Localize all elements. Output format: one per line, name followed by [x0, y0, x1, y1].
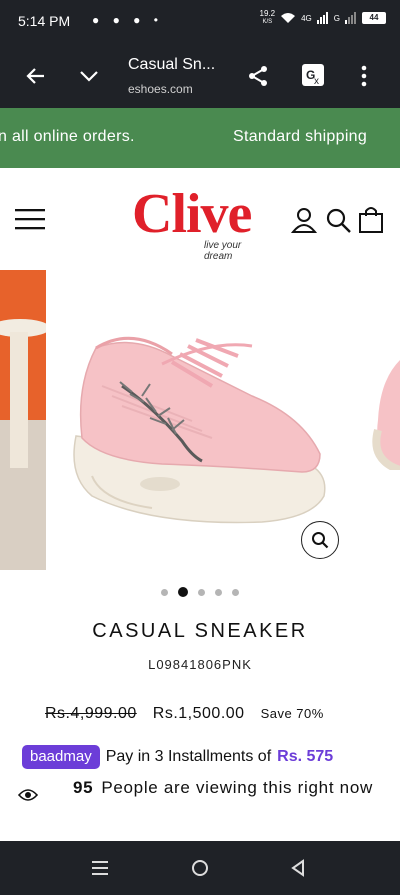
carousel-dot[interactable]	[198, 588, 205, 596]
viewers-text: People are viewing this right now	[101, 778, 373, 797]
zoom-button[interactable]	[301, 521, 339, 559]
announcement-text-left: n all online orders.	[0, 128, 135, 145]
pink-sneaker-image[interactable]	[62, 326, 330, 526]
more-vertical-icon[interactable]	[354, 64, 374, 88]
tab-title[interactable]: Casual Sn...	[128, 56, 215, 74]
site-header: Clive live your dream	[0, 168, 400, 270]
search-icon[interactable]	[324, 206, 352, 234]
eye-icon	[18, 789, 38, 801]
svg-text:x: x	[314, 76, 319, 87]
back-arrow-icon[interactable]	[24, 64, 48, 88]
network-label-1: 4G	[301, 13, 312, 23]
installment-text: Pay in 3 Installments of	[105, 748, 272, 765]
carousel-dot[interactable]	[161, 588, 168, 596]
price-row: Rs.4,999.00 Rs.1,500.00 Save 70%	[45, 705, 324, 727]
product-sku: L09841806PNK	[148, 657, 252, 672]
zoom-search-icon	[312, 532, 329, 549]
share-icon[interactable]	[246, 64, 270, 88]
wifi-icon	[281, 13, 296, 23]
carousel-dot[interactable]	[232, 588, 239, 596]
notification-icons: ● ● ● •	[92, 13, 163, 27]
product-title: CASUAL SNEAKER	[92, 620, 308, 642]
net-speed: 19.2 K/S	[260, 10, 276, 26]
signal-icon	[316, 12, 328, 24]
account-icon[interactable]	[290, 206, 318, 234]
battery-icon: 44	[362, 12, 386, 24]
installment-row[interactable]: baadmay Pay in 3 Installments of Rs. 575	[22, 742, 333, 772]
signal-icon-2	[345, 12, 356, 24]
baadmay-badge[interactable]: baadmay	[22, 745, 100, 769]
previous-slide-image[interactable]	[0, 270, 46, 570]
cart-icon[interactable]	[358, 205, 384, 233]
browser-toolbar: Casual Sn... eshoes.com Gx	[0, 44, 400, 108]
announcement-text-right: Standard shipping	[233, 128, 368, 145]
save-badge: Save 70%	[260, 706, 324, 721]
carousel-dot[interactable]	[178, 587, 188, 597]
network-label-2: G	[333, 13, 340, 23]
viewer-count: 95	[73, 778, 94, 797]
original-price: Rs.4,999.00	[45, 705, 137, 722]
carousel-pagination	[0, 586, 400, 598]
translate-icon[interactable]: Gx	[300, 62, 326, 88]
net-speed-unit: K/S	[262, 19, 273, 25]
stool-shape	[0, 319, 46, 468]
next-slide-image[interactable]	[370, 360, 400, 470]
brand-logo[interactable]: Clive live your dream	[132, 182, 272, 268]
status-time: 5:14 PM	[18, 13, 71, 29]
home-icon[interactable]	[191, 859, 209, 877]
sale-price: Rs.1,500.00	[152, 705, 245, 722]
back-icon[interactable]	[290, 859, 306, 877]
installment-amount: Rs. 575	[277, 748, 334, 765]
status-bar: 5:14 PM ● ● ● • 19.2 K/S 4G G 44	[0, 0, 400, 44]
announcement-bar: n all online orders. Standard shipping	[0, 108, 400, 168]
brand-tagline: live your dream	[204, 240, 242, 262]
tab-url[interactable]: eshoes.com	[128, 82, 193, 96]
viewers-text-block: 95 People are viewing this right now	[68, 778, 378, 798]
status-indicators: 19.2 K/S 4G G 44	[260, 10, 386, 26]
system-navigation-bar	[0, 841, 400, 895]
recent-apps-icon[interactable]	[92, 860, 108, 876]
chevron-down-icon[interactable]	[77, 64, 101, 88]
live-viewers: 95 People are viewing this right now	[18, 776, 388, 820]
menu-icon[interactable]	[15, 208, 45, 230]
product-image-carousel[interactable]	[0, 270, 400, 570]
carousel-dot[interactable]	[215, 588, 222, 596]
net-speed-value: 19.2	[259, 9, 276, 18]
brand-name: Clive	[132, 183, 252, 245]
